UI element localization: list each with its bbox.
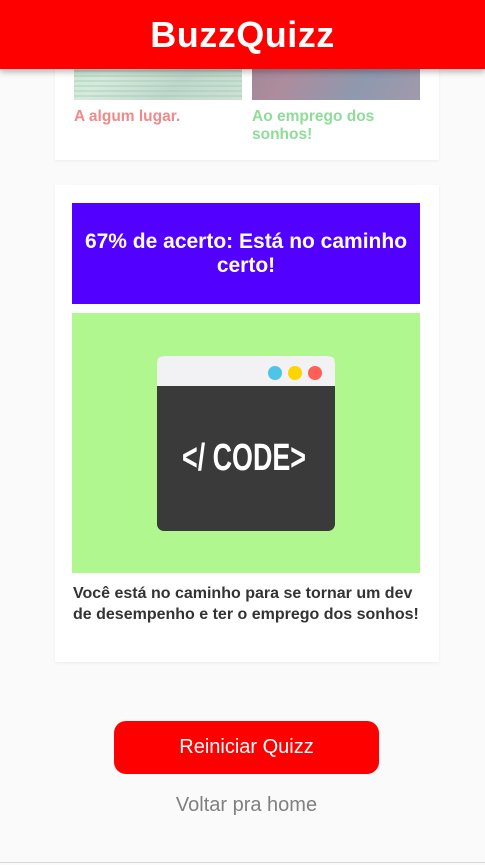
result-card: 67% de acerto: Está no caminho certo! </…: [55, 185, 439, 662]
result-image: </ CODE>: [72, 313, 420, 573]
window-dot-yellow-icon: [288, 366, 302, 380]
app-header: BuzzQuizz: [0, 0, 485, 69]
result-title-text: 67% de acerto: Está no caminho certo!: [84, 229, 408, 277]
code-window-illustration: </ CODE>: [157, 356, 335, 531]
window-dot-blue-icon: [268, 366, 282, 380]
window-dot-red-icon: [308, 366, 322, 380]
back-home-link[interactable]: Voltar pra home: [114, 794, 379, 817]
answer-label-1[interactable]: A algum lugar.: [74, 108, 244, 126]
result-title: 67% de acerto: Está no caminho certo!: [72, 203, 420, 304]
app-title: BuzzQuizz: [150, 13, 335, 55]
code-text: </ CODE>: [182, 437, 306, 479]
answer-label-2[interactable]: Ao emprego dos sonhos!: [252, 108, 422, 144]
result-description: Você está no caminho para se tornar um d…: [73, 585, 419, 623]
bottom-divider: [0, 862, 485, 863]
restart-quiz-button[interactable]: Reiniciar Quizz: [114, 721, 379, 774]
